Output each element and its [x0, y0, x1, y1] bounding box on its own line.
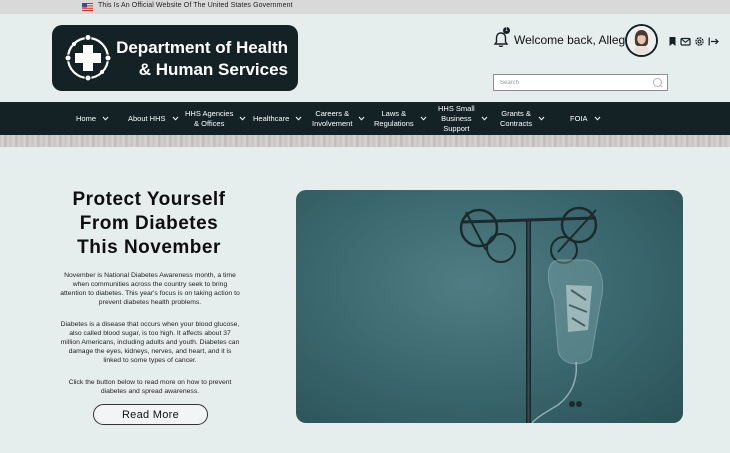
search-input[interactable] — [500, 77, 650, 89]
chevron-down-icon — [594, 116, 600, 121]
nav-item-label: FOIA — [570, 113, 588, 123]
health-cross-icon — [64, 34, 112, 82]
settings-icon[interactable] — [694, 36, 705, 47]
logo-line-2: & Human Services — [138, 60, 288, 79]
hero-paragraph-3: Click the button below to read more on h… — [68, 379, 232, 395]
nav-item-label: HHS Small Business Support — [438, 103, 475, 133]
main-nav: Home About HHS HHS Agencies & Offices He… — [0, 102, 730, 135]
nav-item-home[interactable]: Home — [76, 102, 109, 135]
nav-item-label: About HHS — [128, 113, 166, 123]
chevron-down-icon — [102, 116, 109, 121]
nav-item-grants[interactable]: Grants & Contracts — [500, 102, 545, 135]
logo-title: Department of Health & Human Services — [116, 37, 288, 81]
avatar-photo — [627, 26, 656, 55]
avatar[interactable] — [625, 24, 658, 57]
chevron-down-icon — [359, 116, 365, 121]
nav-item-small-business[interactable]: HHS Small Business Support — [438, 102, 488, 135]
search-box — [493, 74, 668, 91]
nav-item-healthcare[interactable]: Healthcare — [253, 102, 302, 135]
chevron-down-icon — [172, 116, 178, 121]
nav-item-label: Home — [76, 113, 97, 123]
chevron-down-icon — [420, 116, 426, 121]
nav-item-label: Healthcare — [253, 113, 290, 123]
nav-item-label: HHS Agencies & Offices — [185, 108, 234, 128]
gov-banner-text: This Is An Official Website Of The Unite… — [98, 2, 293, 9]
read-more-button[interactable]: Read More — [93, 404, 208, 425]
hero-title-line-2: From Diabetes — [79, 213, 219, 234]
hero-paragraph-1: November is National Diabetes Awareness … — [60, 272, 240, 306]
nav-item-label: Careers & Involvement — [312, 108, 353, 128]
hero-paragraph-2: Diabetes is a disease that occurs when y… — [60, 321, 240, 364]
nav-item-about-hhs[interactable]: About HHS — [128, 102, 179, 135]
mail-icon[interactable] — [680, 36, 691, 47]
nav-item-label: Grants & Contracts — [500, 108, 533, 128]
bookmark-icon[interactable] — [667, 36, 678, 47]
hero-title-line-3: This November — [77, 237, 221, 258]
notification-badge: 1 — [503, 27, 510, 34]
us-flag-icon — [82, 3, 93, 11]
search-icon[interactable] — [652, 77, 663, 88]
nav-item-foia[interactable]: FOIA — [570, 102, 601, 135]
nav-item-label: Laws & Regulations — [374, 108, 414, 128]
chevron-down-icon — [538, 116, 545, 121]
logo-line-1: Department of Health — [116, 38, 288, 57]
nav-item-laws[interactable]: Laws & Regulations — [374, 102, 427, 135]
hero-title: Protect Yourself From Diabetes This Nove… — [46, 188, 252, 260]
chevron-down-icon — [295, 116, 302, 121]
iv-drip-stand-image — [296, 190, 683, 423]
chevron-down-icon — [481, 116, 488, 121]
nav-item-careers[interactable]: Careers & Involvement — [312, 102, 365, 135]
nav-item-hhs-agencies[interactable]: HHS Agencies & Offices — [185, 102, 246, 135]
site-header: Department of Health & Human Services 1 … — [0, 14, 730, 102]
hero-title-line-1: Protect Yourself — [72, 189, 226, 210]
chevron-down-icon — [239, 116, 246, 121]
decorative-texture-strip — [0, 135, 730, 147]
iv-stand-illustration — [459, 206, 604, 423]
welcome-text: Welcome back, Allegra — [514, 33, 636, 47]
hhs-logo[interactable]: Department of Health & Human Services — [52, 25, 298, 91]
gov-banner: This Is An Official Website Of The Unite… — [0, 0, 730, 14]
logout-icon[interactable] — [708, 36, 719, 47]
